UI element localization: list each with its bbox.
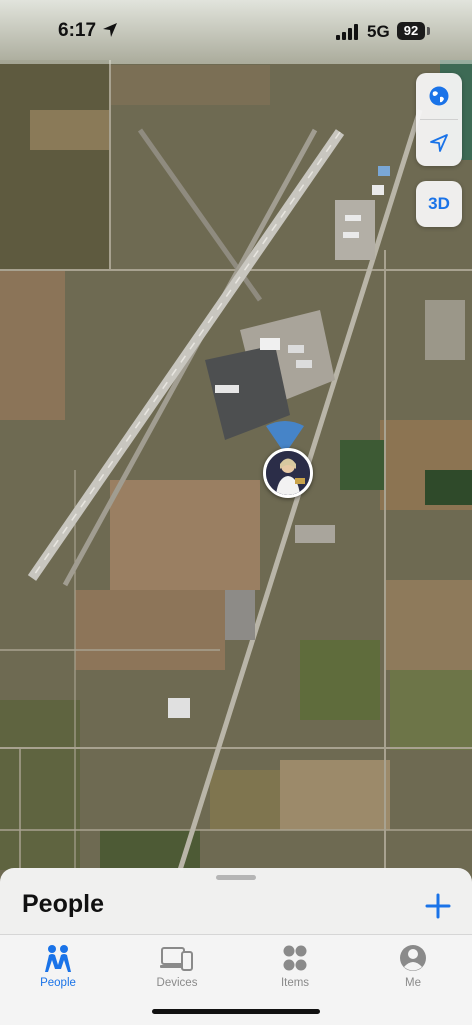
map-controls-group xyxy=(416,73,462,166)
field xyxy=(280,760,390,830)
people-sheet: People People Devices Items Me xyxy=(0,868,472,1025)
field xyxy=(75,590,225,670)
people-icon xyxy=(45,945,71,972)
tab-bar: People Devices Items Me xyxy=(0,934,472,1025)
building xyxy=(260,338,280,350)
home-indicator xyxy=(152,1009,320,1014)
field xyxy=(30,110,110,150)
sheet-grabber[interactable] xyxy=(216,875,256,880)
tab-me[interactable]: Me xyxy=(368,943,458,989)
location-arrow-icon xyxy=(430,134,448,152)
tab-people[interactable]: People xyxy=(13,943,103,989)
view-3d-control: 3D xyxy=(416,181,462,227)
trees xyxy=(340,440,385,490)
tab-label: Me xyxy=(405,977,421,989)
field xyxy=(385,580,472,670)
tab-label: People xyxy=(40,977,76,989)
field xyxy=(0,700,80,870)
tab-label: Items xyxy=(280,977,310,989)
sheet-title: People xyxy=(22,890,104,918)
field xyxy=(0,270,65,420)
location-arrow-icon xyxy=(103,23,117,37)
tab-label: Devices xyxy=(156,977,198,989)
lot xyxy=(295,525,335,543)
view-3d-label: 3D xyxy=(428,194,450,213)
map-style-button[interactable] xyxy=(416,73,462,119)
field xyxy=(110,65,270,105)
tab-items[interactable]: Items xyxy=(250,943,340,989)
field xyxy=(0,60,110,270)
lot xyxy=(425,300,465,360)
person-photo xyxy=(266,451,310,495)
person-circle-icon xyxy=(400,945,426,971)
field xyxy=(300,640,380,720)
lot xyxy=(225,590,255,640)
view-3d-button[interactable]: 3D xyxy=(416,181,462,227)
items-icon xyxy=(283,945,307,971)
status-time: 6:17 xyxy=(58,20,97,41)
devices-icon xyxy=(160,947,193,971)
track-location-button[interactable] xyxy=(416,120,462,166)
hangar-area xyxy=(335,200,375,260)
network-type: 5G xyxy=(367,22,390,41)
battery-indicator: 92 xyxy=(397,22,425,40)
field xyxy=(210,770,280,830)
building xyxy=(215,385,239,393)
status-bar: 6:17 5G 92 xyxy=(0,0,472,64)
globe-icon xyxy=(429,86,449,106)
cellular-signal-icon xyxy=(336,24,358,40)
field xyxy=(390,670,472,750)
user-avatar-pin[interactable] xyxy=(263,448,313,498)
battery-tip xyxy=(427,27,430,35)
add-person-button[interactable] xyxy=(424,892,452,920)
trees xyxy=(425,470,472,505)
tab-devices[interactable]: Devices xyxy=(132,943,222,989)
building xyxy=(168,698,190,718)
field xyxy=(110,480,260,590)
